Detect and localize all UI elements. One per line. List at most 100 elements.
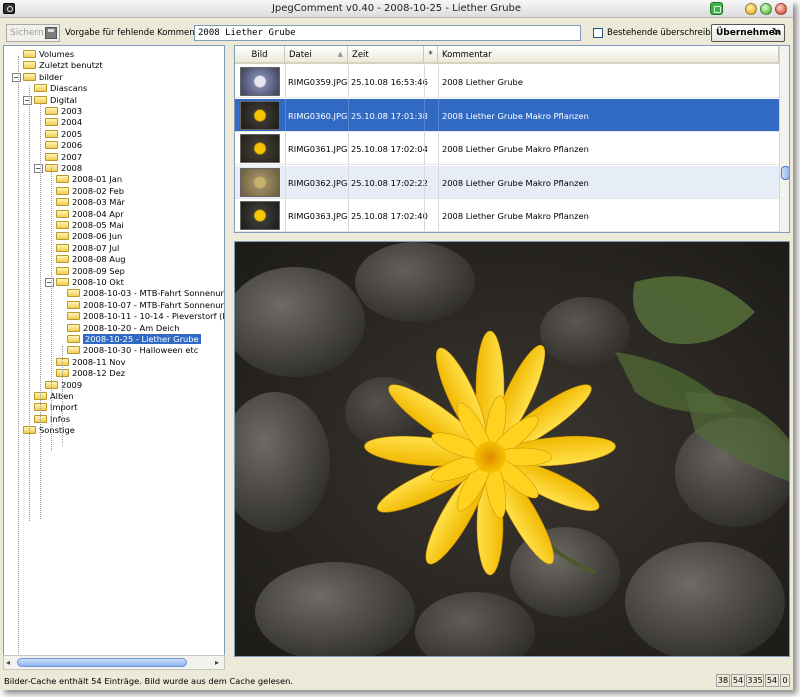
thumbnail-image	[240, 201, 280, 231]
tree-item[interactable]: 2008-11 Nov	[56, 357, 126, 368]
folder-icon	[45, 141, 58, 150]
column-separator	[438, 65, 439, 97]
column-separator	[424, 199, 425, 232]
collapse-toggle-icon[interactable]: −	[45, 278, 54, 287]
column-header-thumbnail[interactable]: Bild	[235, 46, 285, 64]
table-row[interactable]: RIMG0362.JPG 25.10.08 17:02:22 2008 Liethe…	[235, 165, 779, 199]
folder-icon	[45, 107, 58, 115]
tree-item[interactable]: 2008-07 Jul	[56, 243, 119, 254]
folder-icon	[56, 198, 69, 207]
column-header-comment[interactable]: Kommentar	[438, 46, 779, 64]
column-header-flag[interactable]: *	[424, 46, 438, 64]
folder-tree[interactable]: Volumes Zuletzt benutzt bilder − Diascans Dig…	[3, 45, 225, 670]
maximize-button[interactable]	[760, 3, 772, 15]
table-row[interactable]: RIMG0359.JPG 25.10.08 16:53:46 2008 Liethe…	[235, 65, 779, 98]
tree-item[interactable]: Zuletzt benutzt	[23, 60, 103, 71]
column-header-label: Zeit	[352, 50, 369, 60]
default-comment-input[interactable]: 2008 Liether Grube	[194, 25, 581, 41]
tree-item[interactable]: Sonstige	[23, 425, 75, 436]
tree-item[interactable]: 2008-10-03 - MTB-Fahrt Sonnenunterg	[67, 288, 224, 299]
tree-item[interactable]: 2008-10-25 - Liether Grube	[67, 334, 201, 345]
scroll-thumb[interactable]	[781, 166, 789, 180]
floppy-disk-icon	[45, 27, 57, 39]
column-separator	[438, 98, 439, 131]
tree-item-label: 2009	[61, 379, 83, 390]
tree-item[interactable]: Diascans	[34, 83, 87, 94]
tree-item[interactable]: 2008-02 Feb	[56, 186, 124, 197]
collapse-toggle-icon[interactable]: −	[34, 164, 43, 173]
close-button[interactable]	[775, 3, 787, 15]
folder-icon	[56, 232, 69, 241]
folder-icon	[56, 243, 69, 252]
tree-guide-line	[51, 166, 52, 451]
tree-item[interactable]: 2006	[45, 140, 82, 151]
tree-item[interactable]: 2008-01 Jan	[56, 174, 122, 185]
overwrite-checkbox[interactable]	[593, 28, 603, 38]
scroll-right-icon[interactable]: ▸	[215, 658, 219, 667]
tree-item-label: 2005	[61, 128, 83, 139]
time-cell: 25.10.08 17:01:38	[351, 110, 428, 121]
column-header-file[interactable]: Datei ▲	[285, 46, 348, 64]
tree-item-label: 2008-10-30 - Halloween etc	[83, 345, 199, 356]
folder-icon	[56, 186, 69, 195]
table-row[interactable]: RIMG0363.JPG 25.10.08 17:02:40 2008 Liethe…	[235, 199, 779, 232]
save-button[interactable]: Sichern!	[6, 24, 60, 42]
tree-item-label: 2008-10-11 - 10-14 - Pieverstorf (Müri	[83, 311, 225, 322]
tree-item-label: 2008-10-03 - MTB-Fahrt Sonnenunterg	[83, 288, 224, 299]
tree-item[interactable]: 2008-03 Mär	[56, 197, 125, 208]
tree-item[interactable]: 2008-10 Okt	[56, 277, 124, 288]
app-menu-icon[interactable]	[710, 2, 723, 15]
save-label: Sichern!	[10, 28, 48, 38]
tree-item-label: 2008	[61, 163, 83, 173]
tree-item[interactable]: 2008-09 Sep	[56, 266, 125, 277]
file-cell: RIMG0362.JPG	[288, 177, 348, 188]
apply-button[interactable]: Übernehmen ↻	[711, 24, 785, 42]
tree-item[interactable]: 2008-05 Mai	[56, 220, 124, 231]
time-cell: 25.10.08 16:53:46	[351, 77, 428, 87]
table-row[interactable]: RIMG0361.JPG 25.10.08 17:02:04 2008 Liethe…	[235, 132, 779, 166]
tree-guide-line	[18, 56, 19, 669]
table-row[interactable]: RIMG0360.JPG 25.10.08 17:01:38 2008 Liethe…	[235, 98, 779, 132]
column-separator	[285, 165, 286, 198]
tree-item[interactable]: 2008-10-11 - 10-14 - Pieverstorf (Müri	[67, 311, 225, 322]
tree-item[interactable]: 2008-12 Dez	[56, 368, 125, 379]
tree-guide-line	[29, 86, 30, 521]
tree-item[interactable]: 2004	[45, 117, 82, 128]
collapse-toggle-icon[interactable]: −	[23, 95, 32, 105]
tree-item-label: Import	[50, 402, 78, 413]
tree-item[interactable]: 2008-10-07 - MTB-Fahrt Sonnenunterg	[67, 300, 224, 311]
tree-item-label: 2008-04 Apr	[72, 208, 124, 219]
tree-item[interactable]: Volumes	[23, 49, 74, 60]
file-cell: RIMG0361.JPG	[288, 144, 348, 155]
folder-icon	[23, 61, 36, 70]
overwrite-label: Bestehende überschreiben	[607, 28, 722, 38]
tree-item[interactable]: 2003	[45, 106, 82, 117]
tree-item-label: Volumes	[39, 49, 75, 59]
thumbnail-image	[240, 67, 280, 96]
tree-item[interactable]: 2008-08 Aug	[56, 254, 126, 265]
file-list-vertical-scrollbar[interactable]	[779, 46, 789, 232]
folder-icon	[23, 50, 36, 58]
tree-item[interactable]: 2008-04 Apr	[56, 209, 124, 220]
tree-item-label: 2008-12 Dez	[72, 368, 126, 379]
tree-item[interactable]: 2008-06 Jun	[56, 231, 122, 242]
tree-item[interactable]: 2007	[45, 152, 82, 163]
column-separator	[424, 98, 425, 131]
tree-item[interactable]: 2005	[45, 129, 82, 140]
tree-item[interactable]: 2008-10-20 - Am Deich	[67, 323, 180, 334]
column-separator	[348, 98, 349, 131]
scroll-left-icon[interactable]: ◂	[6, 658, 10, 667]
tree-item[interactable]: bilder	[23, 72, 63, 83]
comment-cell: 2008 Liether Grube Makro Pflanzen	[442, 144, 589, 155]
scroll-thumb[interactable]	[17, 658, 187, 667]
column-header-time[interactable]: Zeit	[348, 46, 424, 64]
collapse-toggle-icon[interactable]: −	[12, 72, 21, 82]
tree-horizontal-scrollbar[interactable]: ◂ ▸	[3, 655, 225, 670]
tree-item[interactable]: 2008-10-30 - Halloween etc	[67, 345, 198, 356]
minimize-button[interactable]	[745, 3, 757, 15]
tree-item-label: 2008-11 Nov	[72, 356, 126, 367]
tree-guide-line	[40, 104, 41, 519]
folder-icon	[56, 266, 69, 275]
column-header-label: *	[428, 50, 433, 60]
tree-item-label: Infos	[50, 413, 71, 424]
